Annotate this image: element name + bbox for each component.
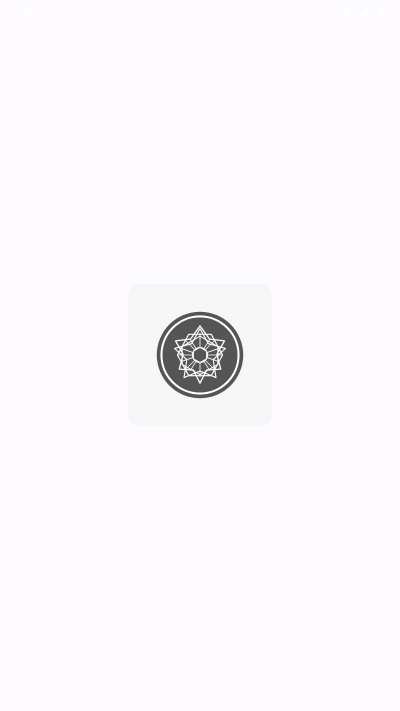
wifi-icon [340,6,352,18]
signal-icon [358,6,370,18]
app-logo-card [128,284,272,426]
status-bar: 7:11 [0,0,400,24]
battery-icon [376,6,388,18]
geometric-mandala-logo-icon [156,311,244,399]
status-right [340,6,388,18]
splash-screen: 7:11 [0,0,400,711]
status-left: 7:11 [12,5,40,19]
status-time: 7:11 [12,5,35,19]
